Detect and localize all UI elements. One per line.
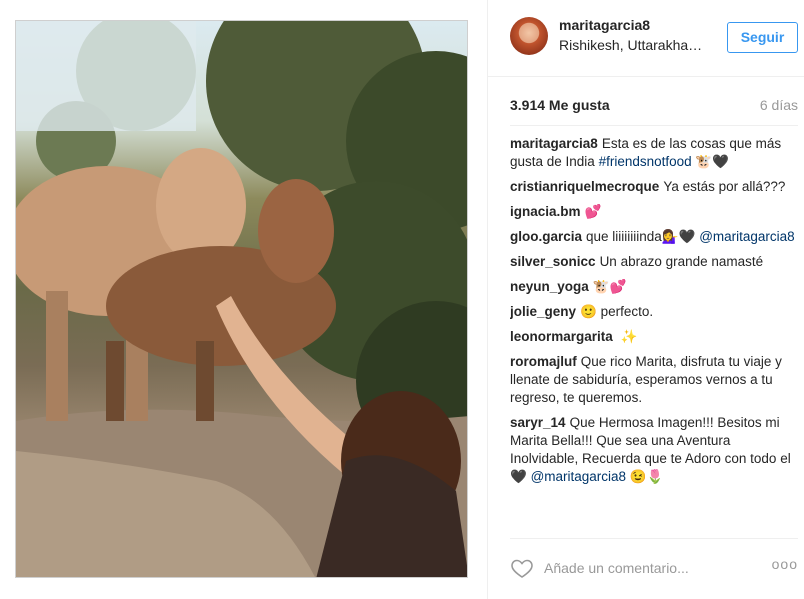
avatar[interactable]	[510, 17, 548, 55]
photo-illustration	[16, 21, 467, 577]
comment-username[interactable]: cristianriquelmecroque	[510, 179, 659, 194]
comment-item: silver_sonicc Un abrazo grande namasté	[510, 253, 798, 271]
post-stats: 3.914 Me gusta 6 días	[510, 97, 798, 115]
comment-username[interactable]: maritagarcia8	[510, 136, 598, 151]
comment-text: 😉🌷	[626, 469, 664, 484]
follow-button[interactable]: Seguir	[727, 22, 798, 53]
more-options-icon[interactable]: ooo	[772, 556, 798, 572]
add-comment-input[interactable]: Añade un comentario...	[544, 560, 689, 576]
divider	[510, 125, 798, 126]
heart-outline-icon[interactable]	[510, 556, 534, 580]
comment-text: 🙂 perfecto.	[580, 304, 654, 319]
post-details-panel: maritagarcia8 Rishikesh, Uttarakha… Segu…	[487, 0, 804, 599]
likes-count[interactable]: 3.914 Me gusta	[510, 97, 610, 113]
comments-list: maritagarcia8 Esta es de las cosas que má…	[510, 135, 798, 533]
mention-link[interactable]: @maritagarcia8	[531, 469, 627, 484]
hashtag-link[interactable]: #friendsnotfood	[599, 154, 692, 169]
comment-username[interactable]: jolie_geny	[510, 304, 576, 319]
comment-username[interactable]: roromajluf	[510, 354, 577, 369]
comment-item: roromajluf Que rico Marita, disfruta tu v…	[510, 353, 798, 407]
comment-text: Ya estás por allá???	[663, 179, 786, 194]
comment-username[interactable]: saryr_14	[510, 415, 566, 430]
comment-username[interactable]: neyun_yoga	[510, 279, 589, 294]
comment-text: que liiiiiiiinda💁‍♀️🖤	[586, 229, 700, 244]
comment-item: leonormargarita ✨	[510, 328, 798, 346]
comment-text: 🐮💕	[592, 279, 627, 294]
mention-link[interactable]: @maritagarcia8	[699, 229, 795, 244]
location[interactable]: Rishikesh, Uttarakha…	[559, 37, 707, 53]
post-photo[interactable]	[15, 20, 468, 578]
comment-text: 🐮🖤	[691, 154, 730, 169]
comment-username[interactable]: leonormargarita	[510, 329, 613, 344]
comment-item: gloo.garcia que liiiiiiiinda💁‍♀️🖤 @marita…	[510, 228, 798, 246]
comment-username[interactable]: silver_sonicc	[510, 254, 596, 269]
comment-item: cristianriquelmecroque Ya estás por allá?…	[510, 178, 798, 196]
comment-item: maritagarcia8 Esta es de las cosas que má…	[510, 135, 798, 171]
post-media	[0, 0, 487, 599]
comment-text: ✨	[616, 329, 638, 344]
comment-item: ignacia.bm 💕	[510, 203, 798, 221]
username[interactable]: maritagarcia8	[559, 17, 650, 33]
comment-item: jolie_geny 🙂 perfecto.	[510, 303, 798, 321]
comment-username[interactable]: gloo.garcia	[510, 229, 582, 244]
comment-username[interactable]: ignacia.bm	[510, 204, 581, 219]
post-age[interactable]: 6 días	[760, 97, 798, 113]
comment-item: neyun_yoga 🐮💕	[510, 278, 798, 296]
comment-text: Un abrazo grande namasté	[599, 254, 764, 269]
post-header: maritagarcia8 Rishikesh, Uttarakha… Segu…	[488, 0, 804, 77]
comment-item: saryr_14 Que Hermosa Imagen!!! Besitos mi…	[510, 414, 798, 486]
comment-footer: Añade un comentario... ooo	[510, 538, 798, 598]
comment-text: 💕	[584, 204, 602, 219]
